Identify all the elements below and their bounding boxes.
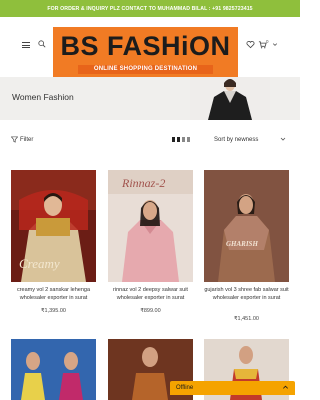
chat-widget[interactable]: Offline [170, 381, 295, 395]
chat-status: Offline [176, 385, 194, 391]
page-title: Women Fashion [12, 92, 74, 102]
chevron-down-icon[interactable] [280, 136, 286, 142]
product-price: ₹1,451.00 [234, 316, 259, 322]
filter-icon[interactable] [11, 136, 18, 143]
product-image-caption: Rinnaz-2 [121, 176, 165, 190]
cart-count-badge: 0 [266, 39, 269, 44]
filter-toolbar: Filter Sort by newness [0, 132, 300, 148]
product-title[interactable]: rinnaz vol 2 deepsy salwar suit wholesal… [108, 286, 193, 302]
product-title[interactable]: gujarish vol 3 shree fab salwar suit who… [204, 286, 289, 302]
announcement-bar: FOR ORDER & INQUIRY PLZ CONTACT TO MUHAM… [0, 0, 300, 17]
grid-2-icon[interactable] [172, 137, 175, 142]
chevron-up-icon[interactable] [282, 384, 289, 391]
list-view-icon[interactable] [187, 137, 190, 142]
product-image[interactable]: GHARISH [204, 170, 289, 282]
banner-model-image [190, 77, 270, 120]
product-image[interactable]: Creamy [11, 170, 96, 282]
product-image[interactable]: Rinnaz-2 [108, 170, 193, 282]
chevron-down-icon[interactable] [272, 40, 278, 49]
product-image[interactable] [11, 339, 96, 400]
product-price: ₹899.00 [140, 308, 161, 314]
logo-tagline: ONLINE SHOPPING DESTINATION [93, 66, 198, 72]
logo-text: BS FASHiON [60, 31, 231, 61]
search-icon[interactable] [38, 40, 46, 48]
grid-4-icon[interactable] [182, 137, 185, 142]
sort-select[interactable]: Sort by newness [214, 137, 258, 143]
filter-button[interactable]: Filter [20, 137, 33, 143]
product-price: ₹1,395.00 [41, 308, 66, 314]
wishlist-heart-icon[interactable] [246, 40, 255, 49]
site-header: BS FASHiON ONLINE SHOPPING DESTINATION 0 [0, 17, 300, 77]
grid-view-switcher[interactable] [172, 137, 200, 143]
grid-3-icon[interactable] [177, 137, 180, 142]
product-title[interactable]: creamy vol 2 sanskar lehenga wholesaler … [11, 286, 96, 302]
announcement-text: FOR ORDER & INQUIRY PLZ CONTACT TO MUHAM… [47, 5, 253, 12]
product-image-caption: Creamy [19, 256, 60, 271]
category-banner: Women Fashion [0, 77, 300, 120]
menu-icon[interactable] [22, 42, 30, 48]
site-logo[interactable]: BS FASHiON ONLINE SHOPPING DESTINATION [53, 27, 238, 77]
product-image-caption: GHARISH [226, 240, 258, 248]
